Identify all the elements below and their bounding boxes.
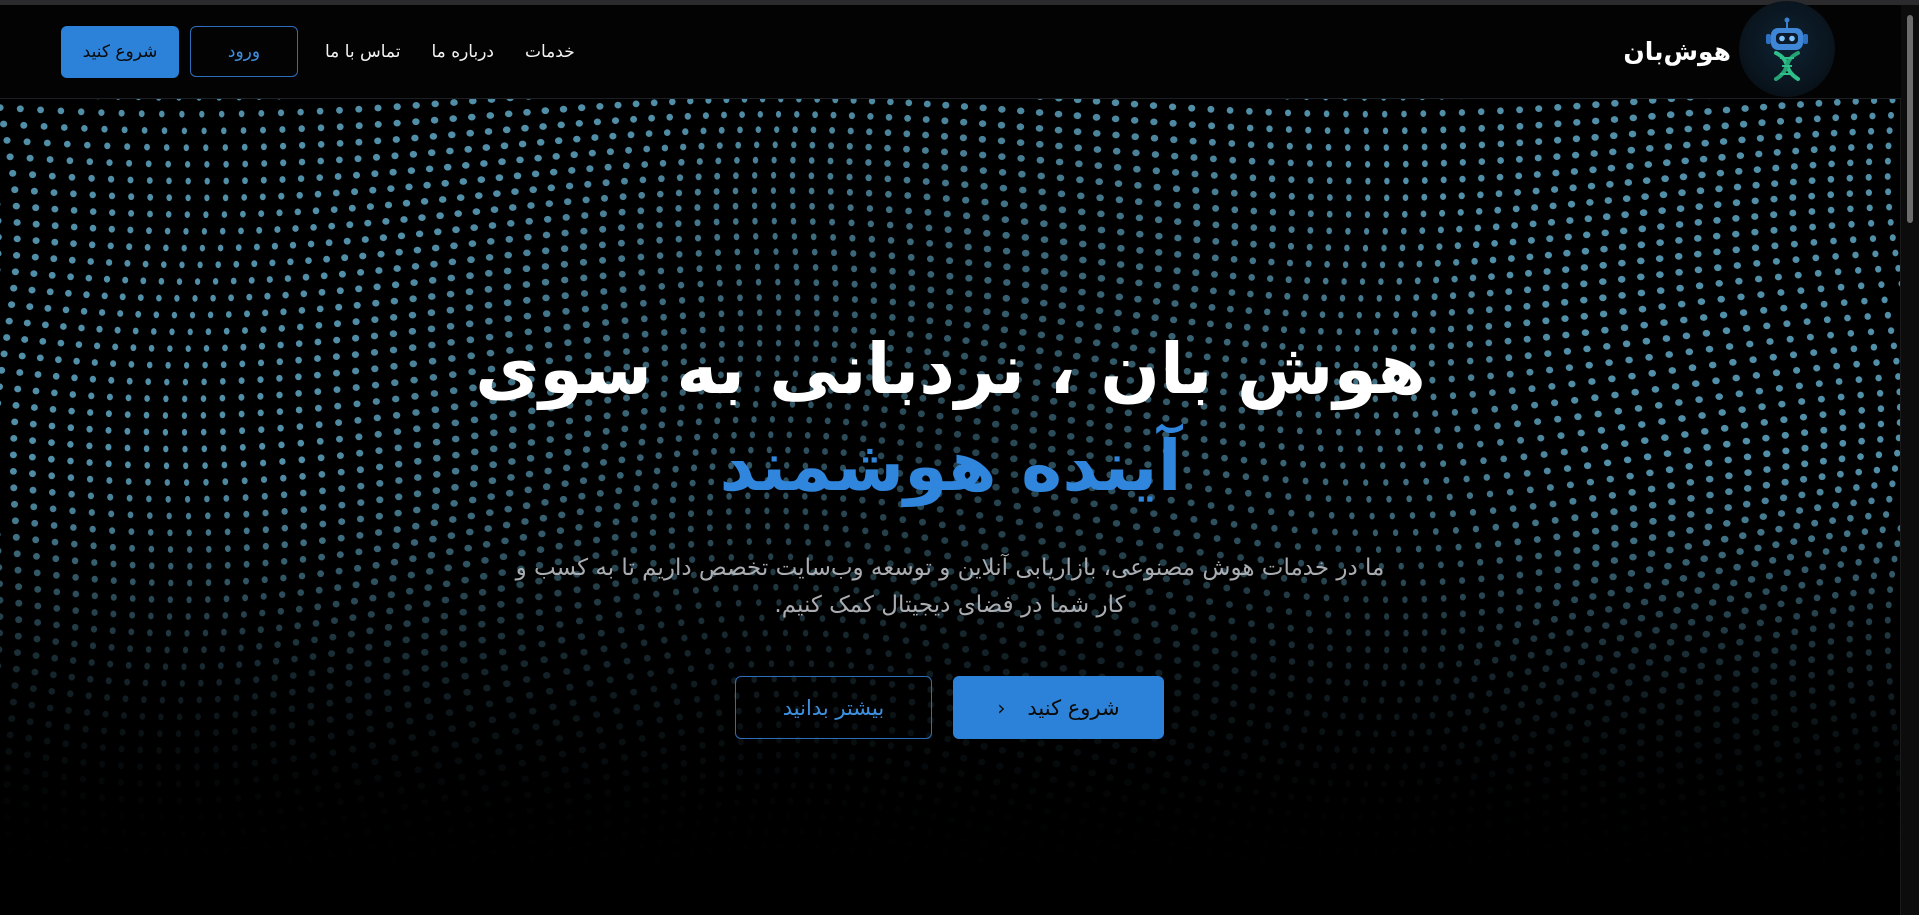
page: هوش بان ، نردبانی به سوی آینده هوشمند ما…	[0, 0, 1919, 915]
hero-title-highlight: آینده هوشمند	[719, 425, 1182, 507]
chevron-left-icon: ‹	[997, 695, 1006, 720]
hero-subtitle: ما در خدمات هوش مصنوعی، بازاریابی آنلاین…	[515, 555, 1385, 618]
brand-logo[interactable]: هوش‌بان	[1623, 0, 1835, 98]
page-scrollbar[interactable]	[1900, 5, 1919, 915]
scrollbar-thumb[interactable]	[1907, 15, 1913, 223]
hero-title: هوش بان ، نردبانی به سوی	[475, 328, 1426, 410]
learn-more-button[interactable]: بیشتر بدانید	[735, 676, 932, 739]
nav-link-contact[interactable]: تماس با ما	[325, 42, 401, 62]
nav-links: تماس با ما درباره ما خدمات	[325, 42, 575, 62]
main-nav: شروع کنید ورود تماس با ما درباره ما خدما…	[61, 5, 575, 98]
dot-wave-background	[0, 99, 1901, 876]
brand-name: هوش‌بان	[1623, 37, 1731, 66]
login-button[interactable]: ورود	[190, 26, 298, 77]
hero-section: هوش بان ، نردبانی به سوی آینده هوشمند ما…	[0, 99, 1901, 915]
nav-link-about[interactable]: درباره ما	[432, 42, 495, 62]
hero-actions: بیشتر بدانید شروع کنید ‹	[735, 676, 1164, 739]
robot-icon	[1739, 0, 1835, 97]
get-started-label: شروع کنید	[1027, 695, 1120, 720]
get-started-button[interactable]: شروع کنید ‹	[953, 676, 1164, 739]
site-header: هوش‌بان شروع کنید ورود تماس با ما درباره…	[0, 0, 1901, 99]
nav-link-services[interactable]: خدمات	[525, 42, 575, 62]
header-start-button[interactable]: شروع کنید	[61, 25, 179, 78]
